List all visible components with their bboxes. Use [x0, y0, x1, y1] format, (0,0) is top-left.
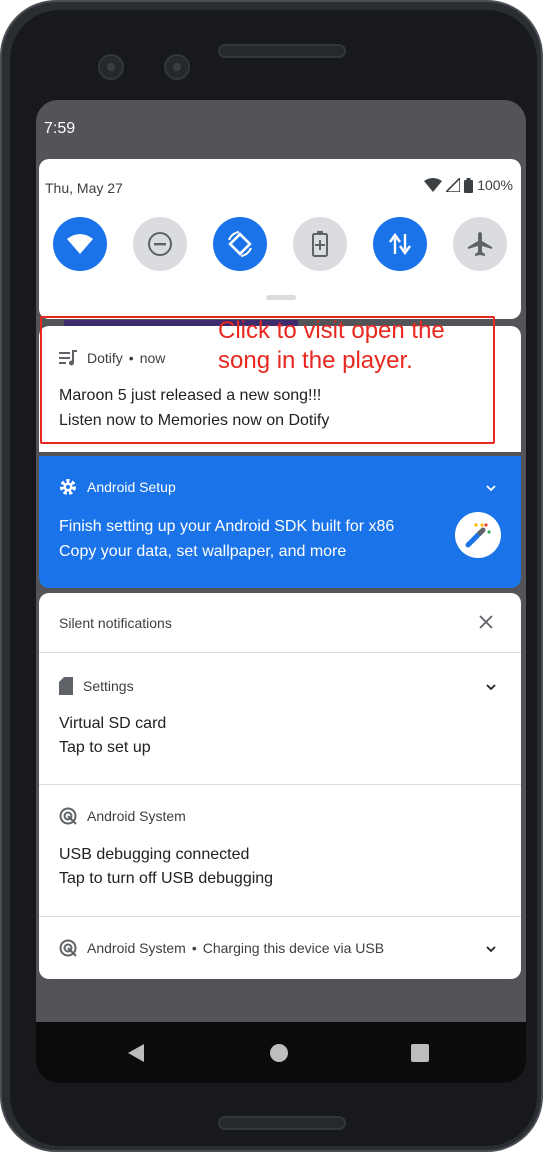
usb-debugging-notification[interactable]: Android System USB debugging connected T…: [39, 785, 521, 916]
screen: 7:59 Thu, May 27 100% Dotify • now Maroo…: [36, 100, 526, 1083]
rotate-icon: [228, 231, 252, 257]
airplane-mode-tile[interactable]: [453, 217, 507, 271]
android-system-icon: [59, 939, 77, 957]
cell-signal-icon: [446, 178, 461, 192]
battery-saver-tile[interactable]: [293, 217, 347, 271]
qs-expand-handle[interactable]: [266, 295, 296, 300]
notification-header: Android System: [59, 807, 186, 825]
android-setup-notification[interactable]: Android Setup Finish setting up your And…: [39, 456, 521, 588]
battery-icon: [464, 177, 474, 193]
earpiece-speaker: [218, 44, 346, 58]
navigation-bar: [36, 1022, 526, 1083]
notification-title: Finish setting up your Android SDK built…: [59, 518, 395, 535]
android-system-icon: [59, 807, 77, 825]
notification-header: Settings: [59, 677, 134, 695]
home-icon: [270, 1044, 288, 1062]
app-name: Android Setup: [87, 479, 176, 495]
expand-chevron-icon[interactable]: [483, 679, 499, 695]
bottom-speaker: [218, 1116, 346, 1130]
silent-header: Silent notifications: [59, 615, 172, 631]
airplane-icon: [468, 232, 492, 256]
notification-title: USB debugging connected: [59, 846, 250, 863]
dnd-tile[interactable]: [133, 217, 187, 271]
battery-percent: 100%: [477, 177, 513, 193]
back-button[interactable]: [123, 1040, 149, 1066]
camera-icon: [164, 54, 190, 80]
do-not-disturb-icon: [148, 232, 172, 256]
sd-card-icon: [59, 677, 73, 695]
wifi-tile[interactable]: [53, 217, 107, 271]
auto-rotate-tile[interactable]: [213, 217, 267, 271]
app-name: Settings: [83, 678, 134, 694]
back-icon: [128, 1044, 144, 1062]
notification-header: Android Setup: [59, 478, 176, 496]
wifi-icon: [67, 234, 93, 254]
camera-icon: [98, 54, 124, 80]
status-time: 7:59: [44, 120, 76, 137]
wifi-signal-icon: [424, 178, 443, 192]
qs-tiles: [53, 217, 509, 273]
silent-notifications-card: Silent notifications Settings Virtual SD…: [39, 593, 521, 979]
magic-wand-icon: [455, 512, 501, 558]
mobile-data-tile[interactable]: [373, 217, 427, 271]
home-button[interactable]: [266, 1040, 292, 1066]
recents-icon: [411, 1044, 429, 1062]
notification-text: Tap to set up: [59, 739, 151, 756]
notification-summary: Charging this device via USB: [202, 940, 385, 956]
data-transfer-icon: [389, 232, 411, 256]
settings-notification[interactable]: Settings Virtual SD card Tap to set up: [39, 653, 521, 784]
gear-icon: [60, 479, 76, 495]
close-icon[interactable]: [475, 611, 497, 633]
battery-saver-icon: [312, 231, 328, 257]
notification-text: Tap to turn off USB debugging: [59, 870, 274, 887]
qs-date[interactable]: Thu, May 27: [45, 180, 123, 196]
expand-chevron-icon[interactable]: [483, 941, 499, 957]
annotation-text: Click to visit open the song in the play…: [218, 317, 445, 374]
separator: •: [191, 940, 197, 956]
notification-text: Copy your data, set wallpaper, and more: [59, 543, 347, 560]
app-name: Android System: [87, 808, 186, 824]
app-name: Android System: [87, 940, 186, 956]
quick-settings-panel: Thu, May 27 100%: [39, 159, 521, 319]
device-frame: 7:59 Thu, May 27 100% Dotify • now Maroo…: [0, 0, 543, 1152]
qs-status-icons: 100%: [424, 177, 513, 193]
notification-title: Virtual SD card: [59, 715, 167, 732]
charging-notification[interactable]: Android System • Charging this device vi…: [39, 917, 521, 979]
notification-header: Android System • Charging this device vi…: [59, 939, 384, 957]
recents-button[interactable]: [407, 1040, 433, 1066]
expand-chevron-icon[interactable]: [483, 480, 499, 496]
device-bezel: 7:59 Thu, May 27 100% Dotify • now Maroo…: [10, 10, 537, 1146]
